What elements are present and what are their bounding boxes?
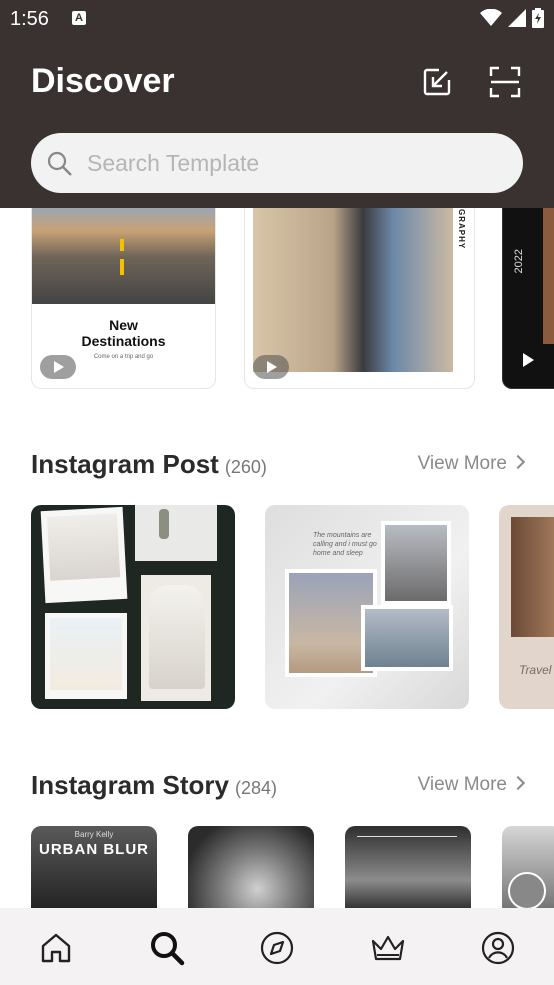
post-card[interactable] <box>31 505 235 709</box>
section-count: (260) <box>224 457 267 477</box>
bottom-nav <box>0 908 554 985</box>
search-bar[interactable]: Search Template <box>31 133 523 193</box>
rock-photo <box>141 575 211 701</box>
story-card[interactable] <box>345 826 471 908</box>
section-title: Instagram Post (260) <box>31 449 267 480</box>
avatar <box>508 872 546 908</box>
content-scroll[interactable]: New Destinations Come on a trip and go G… <box>0 208 554 908</box>
search-icon <box>47 151 72 176</box>
polaroid-photo <box>40 506 128 604</box>
template-card[interactable]: 2022 <box>502 208 554 389</box>
home-icon <box>41 933 71 963</box>
play-icon <box>253 355 289 379</box>
section-title: Instagram Story (284) <box>31 770 277 801</box>
view-more-label: View More <box>417 453 507 474</box>
compass-icon <box>260 931 294 965</box>
nav-search[interactable] <box>147 928 187 968</box>
app-header: 1:56 A Discover Search Template <box>0 0 554 208</box>
chevron-right-icon <box>510 454 526 470</box>
card-title-line2: Destinations <box>81 333 166 349</box>
view-more-link[interactable]: View More <box>417 774 526 796</box>
story-title: URBAN BLUR <box>39 841 149 858</box>
chevron-right-icon <box>510 775 526 791</box>
wifi-icon <box>480 9 502 26</box>
section-count: (284) <box>234 778 277 798</box>
status-time: 1:56 <box>10 8 49 30</box>
signal-icon <box>508 9 526 27</box>
nav-profile[interactable] <box>478 928 518 968</box>
nav-premium[interactable] <box>368 928 408 968</box>
post-card[interactable]: The mountains are calling and i must go … <box>265 505 469 709</box>
battery-icon <box>532 8 544 28</box>
card-year: 2022 <box>513 249 525 274</box>
story-card[interactable]: Barry Kelly URBAN BLUR <box>31 826 157 908</box>
search-icon <box>151 932 185 966</box>
card-side-text: GRAPHY <box>457 209 466 250</box>
scan-icon[interactable] <box>489 66 521 98</box>
notification-icon: A <box>72 11 86 25</box>
view-more-link[interactable]: View More <box>417 453 526 475</box>
beach-photo-1 <box>381 521 451 605</box>
nav-home[interactable] <box>36 928 76 968</box>
palm-photo <box>45 613 127 699</box>
template-thumbnail <box>32 208 215 304</box>
section-title-text: Instagram Post <box>31 449 219 479</box>
view-more-label: View More <box>417 774 507 795</box>
template-card[interactable]: New Destinations Come on a trip and go <box>31 208 216 389</box>
play-icon <box>40 355 76 379</box>
story-card[interactable] <box>188 826 314 908</box>
post-quote: The mountains are calling and i must go … <box>313 532 377 557</box>
template-thumbnail <box>543 208 554 344</box>
status-bar: 1:56 A <box>0 0 554 38</box>
search-input[interactable]: Search Template <box>87 150 259 177</box>
card-title-line1: New <box>109 317 138 333</box>
post-card[interactable]: Travel <box>499 505 554 709</box>
post-thumbnail <box>511 517 554 637</box>
beach-photo-3 <box>361 605 453 671</box>
template-card[interactable]: GRAPHY <box>244 208 475 389</box>
import-icon[interactable] <box>421 66 453 98</box>
status-icons <box>480 8 544 28</box>
post-text: Travel <box>519 663 552 677</box>
template-thumbnail <box>253 208 453 372</box>
crown-icon <box>371 935 405 961</box>
cactus-photo <box>135 505 217 561</box>
nav-explore[interactable] <box>257 928 297 968</box>
story-small-text: Barry Kelly <box>74 830 114 839</box>
story-card[interactable] <box>502 826 554 908</box>
section-title-text: Instagram Story <box>31 770 229 800</box>
play-icon <box>523 353 534 367</box>
page-title: Discover <box>31 62 175 100</box>
profile-icon <box>481 931 515 965</box>
